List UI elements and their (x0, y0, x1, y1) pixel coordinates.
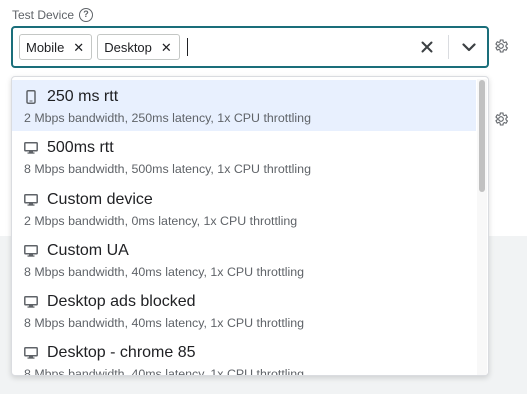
option-subtitle: 8 Mbps bandwidth, 40ms latency, 1x CPU t… (24, 316, 305, 331)
option-subtitle: 2 Mbps bandwidth, 250ms latency, 1x CPU … (24, 111, 311, 125)
option-subtitle: 8 Mbps bandwidth, 500ms latency, 1x CPU … (24, 162, 311, 177)
desktop-icon (24, 193, 38, 207)
chip-mobile: Mobile ✕ (19, 34, 93, 60)
option-title: Custom UA (47, 241, 129, 259)
gear-icon[interactable] (492, 37, 510, 55)
test-device-selector-screen: Test Device ? Mobile ✕ Desktop ✕ 250 ms … (0, 0, 527, 394)
options-list: 250 ms rtt 2 Mbps bandwidth, 250ms laten… (12, 80, 476, 376)
text-cursor[interactable] (186, 38, 188, 56)
option-subtitle: 8 Mbps bandwidth, 40ms latency, 1x CPU t… (24, 264, 305, 279)
option-subtitle: 2 Mbps bandwidth, 0ms latency, 1x CPU th… (24, 213, 298, 228)
close-icon[interactable]: ✕ (73, 41, 84, 54)
chevron-down-icon (462, 42, 476, 51)
option-title: 250 ms rtt (47, 88, 119, 105)
desktop-icon (24, 346, 38, 360)
close-icon (421, 41, 433, 53)
close-icon[interactable]: ✕ (161, 41, 172, 54)
option-subtitle: 8 Mbps bandwidth, 40ms latency, 1x CPU t… (24, 367, 305, 376)
field-label-text: Test Device (12, 8, 75, 22)
desktop-icon (24, 141, 38, 155)
desktop-icon (24, 295, 38, 309)
option-custom-ua[interactable]: Custom UA 8 Mbps bandwidth, 40ms latency… (12, 234, 476, 285)
field-label: Test Device ? (12, 8, 94, 22)
gear-icon[interactable] (492, 110, 510, 128)
chip-desktop: Desktop ✕ (97, 34, 180, 60)
desktop-icon (24, 244, 38, 258)
scrollbar-thumb[interactable] (479, 80, 485, 192)
chip-label: Mobile (26, 39, 65, 55)
option-desktop-chrome-85[interactable]: Desktop - chrome 85 8 Mbps bandwidth, 40… (12, 336, 476, 376)
mobile-icon (24, 90, 38, 104)
dropdown-toggle-button[interactable] (455, 32, 483, 62)
option-500ms-rtt[interactable]: 500ms rtt 8 Mbps bandwidth, 500ms latenc… (12, 131, 476, 182)
clear-all-button[interactable] (412, 32, 442, 62)
option-title: Desktop ads blocked (47, 293, 196, 311)
chip-label: Desktop (104, 39, 152, 55)
divider (448, 35, 449, 59)
test-device-multiselect[interactable]: Mobile ✕ Desktop ✕ (11, 26, 489, 68)
device-options-menu: 250 ms rtt 2 Mbps bandwidth, 250ms laten… (11, 76, 489, 376)
option-title: Desktop - chrome 85 (47, 344, 196, 362)
option-title: 500ms rtt (47, 139, 114, 157)
help-circle-icon[interactable]: ? (79, 8, 94, 22)
option-custom-device[interactable]: Custom device 2 Mbps bandwidth, 0ms late… (12, 183, 476, 234)
option-title: Custom device (47, 190, 153, 208)
option-250-ms-rtt[interactable]: 250 ms rtt 2 Mbps bandwidth, 250ms laten… (12, 80, 476, 132)
option-desktop-ads-blocked[interactable]: Desktop ads blocked 8 Mbps bandwidth, 40… (12, 285, 476, 336)
